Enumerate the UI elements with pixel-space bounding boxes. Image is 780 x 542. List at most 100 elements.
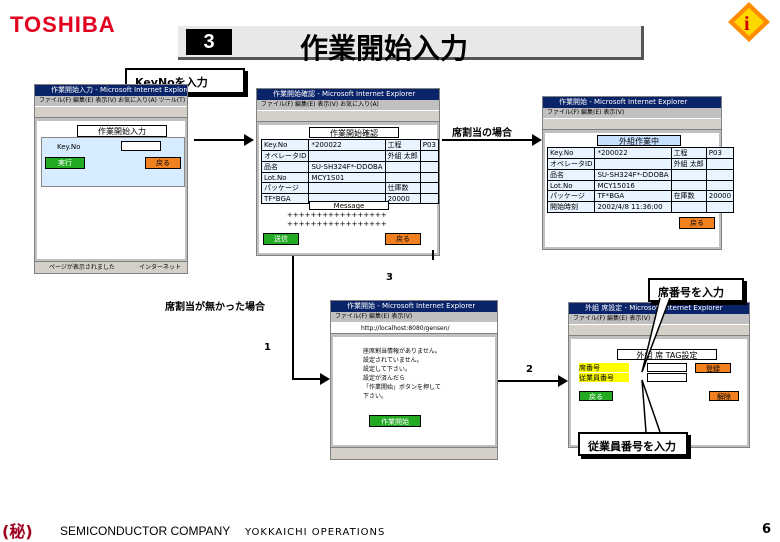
table-cell xyxy=(670,201,707,213)
message-label: Message xyxy=(309,201,389,210)
table-row: Lot.No MCY1S01 xyxy=(260,172,439,183)
table-row: Key.No *200022 工程 P03 xyxy=(546,147,735,159)
table-cell: 開始時刻 xyxy=(546,201,596,213)
seat-label: 席番号 xyxy=(579,363,629,372)
slide-title: 作業開始入力 xyxy=(300,32,469,65)
table-cell: SU-SH324F*-DDOBA xyxy=(308,161,386,173)
no-seat-message: 座席割当情報がありません。 設定されていません。 設定して下さい。 設定が済んだら 「作… xyxy=(363,347,441,401)
table-cell: *200022 xyxy=(594,147,672,159)
arrow xyxy=(432,250,434,260)
window-start-confirm: 作業開始確認 - Microsoft Internet Explorer ファイ… xyxy=(256,88,440,256)
delete-button[interactable]: 解除 xyxy=(709,391,739,401)
window-title: 作業開始入力 - Microsoft Internet Explorer xyxy=(35,85,187,96)
zone-text: インターネット xyxy=(138,264,181,271)
toolbar xyxy=(257,110,439,122)
arrow xyxy=(442,139,534,141)
table-cell: オペレータID xyxy=(546,158,596,170)
table-cell: Key.No xyxy=(546,147,596,159)
table-cell: 外組 太郎 xyxy=(384,150,421,162)
back-button[interactable]: 戻る xyxy=(385,233,421,245)
send-button[interactable]: 送信 xyxy=(263,233,299,245)
window-start-input: 作業開始入力 - Microsoft Internet Explorer ファイ… xyxy=(34,84,188,274)
menu-bar[interactable]: ファイル(F) 編集(E) 表示(V) xyxy=(543,108,721,118)
table-cell: パッケージ xyxy=(260,182,310,194)
page-header: 作業開始確認 xyxy=(309,127,399,138)
table-cell xyxy=(308,182,386,194)
message-line: 「作業開始」ボタンを押して xyxy=(363,384,441,391)
no-seat-label: 席割当が無かった場合 xyxy=(165,302,265,313)
register-button[interactable]: 登録 xyxy=(695,363,731,373)
table-cell: TF*BGA xyxy=(260,193,310,204)
svg-text:i: i xyxy=(744,13,750,35)
table-cell: Lot.No xyxy=(546,180,596,191)
menu-bar[interactable]: ファイル(F) 編集(E) 表示(V) お気に入り(A) ツール(T) xyxy=(35,96,187,106)
table-cell: MCY1S01 xyxy=(308,172,386,183)
table-cell: 20000 xyxy=(705,190,735,202)
table-row: Lot.No MCY15016 xyxy=(546,180,735,191)
table-cell xyxy=(594,158,672,170)
table-row: オペレータID 外組 太郎 xyxy=(546,158,735,170)
start-work-button[interactable]: 作業開始 xyxy=(369,415,421,427)
table-cell: SU-SH324F*-DDOBA xyxy=(594,169,672,181)
message-line: +++++++++++++++++ xyxy=(287,211,387,219)
window-title: 作業開始確認 - Microsoft Internet Explorer xyxy=(257,89,439,100)
table-cell: 工程 xyxy=(670,147,707,159)
table-row: オペレータID 外組 太郎 xyxy=(260,150,439,162)
page-header: 作業開始入力 xyxy=(77,125,167,137)
table-cell xyxy=(419,182,439,194)
toolbar xyxy=(35,106,187,118)
table-cell: 工程 xyxy=(384,139,421,151)
confirm-table: Key.No *200022 工程 P03 オペレータID 外組 太郎 品名 SU-SH324… xyxy=(260,139,439,204)
table-cell: 在庫数 xyxy=(670,190,707,202)
message-line: 下さい。 xyxy=(363,393,388,400)
table-cell: TF*BGA xyxy=(594,190,672,202)
table-cell xyxy=(384,161,421,173)
step-3-label: 3 xyxy=(386,272,393,283)
table-cell: Lot.No xyxy=(260,172,310,183)
address-bar[interactable]: http://localhost:8080/gensen/ xyxy=(331,322,497,334)
table-cell: P03 xyxy=(419,139,439,151)
employee-callout-text: 従業員番号を入力 xyxy=(588,440,676,453)
table-cell xyxy=(384,172,421,183)
toshiba-logo: TOSHIBA xyxy=(10,12,116,37)
back-button[interactable]: 戻る xyxy=(145,157,181,169)
window-working: 作業開始 - Microsoft Internet Explorer ファイル(… xyxy=(542,96,735,250)
table-cell: *200022 xyxy=(308,139,386,151)
message-lines: +++++++++++++++++ +++++++++++++++++ xyxy=(287,211,387,229)
table-row: 品名 SU-SH324F*-DDOBA xyxy=(546,169,735,181)
callout-pointer xyxy=(641,298,671,373)
toolbar xyxy=(543,118,721,130)
brand-icon: i xyxy=(728,2,770,42)
menu-bar[interactable]: ファイル(F) 編集(E) 表示(V) お気に入り(A) xyxy=(257,100,439,110)
seat-assigned-label: 席割当の場合 xyxy=(452,128,512,139)
keyno-input[interactable] xyxy=(121,141,161,151)
table-cell xyxy=(705,180,735,191)
step-2-label: 2 xyxy=(526,364,533,375)
arrow xyxy=(292,378,322,380)
back-button[interactable]: 戻る xyxy=(679,217,715,229)
table-cell: MCY15016 xyxy=(594,180,672,191)
message-line: 設定が済んだら xyxy=(363,375,406,382)
run-button[interactable]: 実行 xyxy=(45,157,85,169)
message-line: 設定されていません。 xyxy=(363,357,423,364)
table-cell: 品名 xyxy=(260,161,310,173)
arrow xyxy=(292,256,294,380)
menu-bar[interactable]: ファイル(F) 編集(E) 表示(V) xyxy=(331,312,497,322)
table-row: パッケージ TF*BGA 在庫数 20000 xyxy=(546,190,735,202)
table-cell: 2002/4/8 11:36:00 xyxy=(594,201,672,213)
table-cell xyxy=(419,193,439,204)
table-cell: パッケージ xyxy=(546,190,596,202)
status-text: ページが表示されました xyxy=(49,264,115,271)
table-cell xyxy=(705,169,735,181)
table-cell xyxy=(419,172,439,183)
back-button[interactable]: 戻る xyxy=(579,391,613,401)
window-title: 作業開始 - Microsoft Internet Explorer xyxy=(543,97,721,108)
message-line: 座席割当情報がありません。 xyxy=(363,348,441,355)
page-number: 6 xyxy=(762,522,772,537)
working-table: Key.No *200022 工程 P03 オペレータID 外組 太郎 品名 SU-SH324… xyxy=(546,147,735,213)
table-cell xyxy=(670,180,707,191)
table-cell xyxy=(705,201,735,213)
arrow xyxy=(194,139,246,141)
table-cell: 20000 xyxy=(384,193,421,204)
table-row: 開始時刻 2002/4/8 11:36:00 xyxy=(546,201,735,213)
